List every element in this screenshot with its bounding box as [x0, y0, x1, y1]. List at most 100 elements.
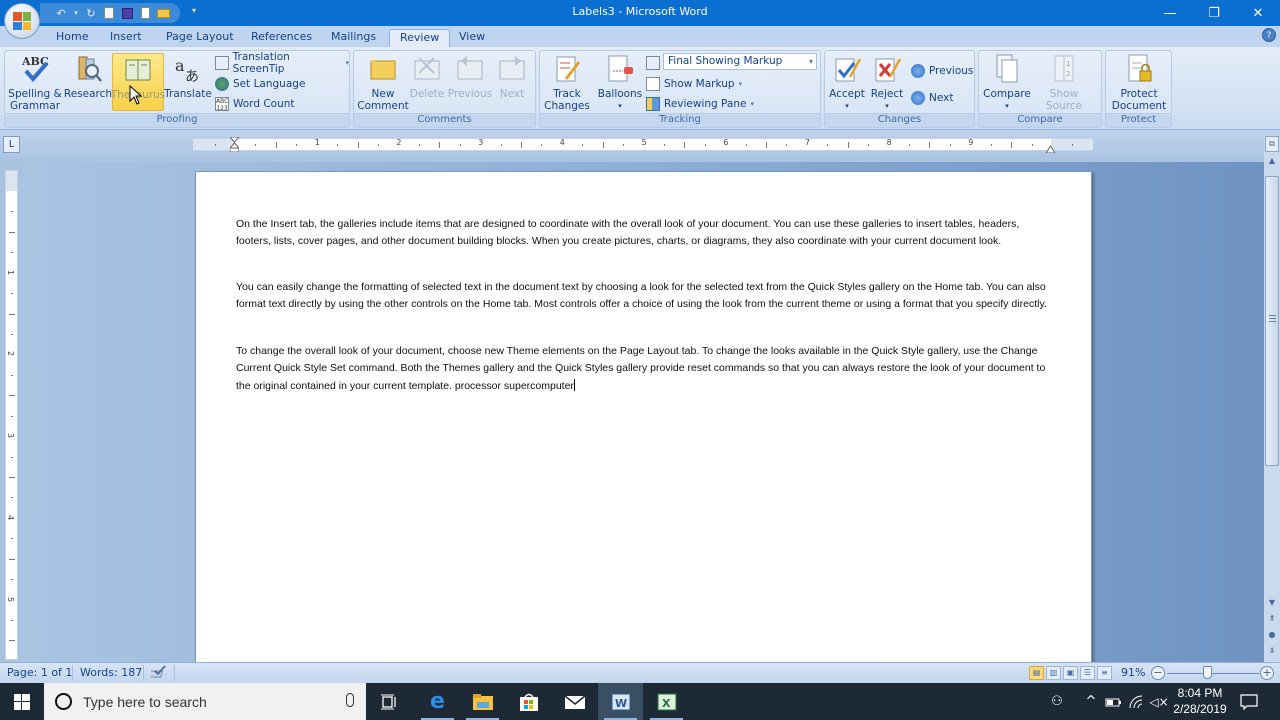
chevron-down-icon: ▾	[1005, 102, 1009, 110]
print-layout-view-button[interactable]: ▤	[1029, 666, 1044, 680]
horizontal-ruler[interactable]: 1 2 3 4 5 6 7 8 9	[193, 136, 1093, 154]
undo-dropdown-icon[interactable]: ▾	[72, 6, 80, 20]
excel-icon[interactable]: X	[644, 683, 689, 720]
scroll-thumb[interactable]	[1265, 176, 1279, 466]
zoom-slider-track[interactable]	[1167, 673, 1259, 674]
outline-view-button[interactable]: ☰	[1080, 666, 1095, 680]
tab-mailings[interactable]: Mailings	[321, 29, 386, 47]
zoom-level[interactable]: 91%	[1121, 666, 1145, 679]
research-button[interactable]: Research	[63, 53, 113, 100]
paragraph-1[interactable]: On the Insert tab, the galleries include…	[236, 216, 1051, 251]
tab-view[interactable]: View	[449, 29, 495, 47]
volume-muted-icon[interactable]: ◁×	[1149, 683, 1169, 720]
office-button[interactable]	[4, 3, 40, 39]
taskbar-clock[interactable]: 8:04 PM 2/28/2019	[1170, 685, 1230, 717]
previous-change-button[interactable]: Previous	[911, 62, 973, 80]
tab-page-layout[interactable]: Page Layout	[156, 29, 244, 47]
svg-text:あ: あ	[185, 69, 199, 85]
select-browse-object-icon[interactable]: ●	[1265, 628, 1279, 642]
show-markup-button[interactable]: Show Markup ▾	[646, 75, 742, 93]
tab-selector-button[interactable]: L	[3, 136, 20, 153]
scroll-down-icon[interactable]: ▼	[1265, 596, 1279, 610]
vertical-scrollbar[interactable]: ⧉ ▲ ▼ ⇞ ● ⇟	[1264, 136, 1280, 662]
new-document-icon[interactable]	[138, 6, 152, 20]
tab-home[interactable]: Home	[46, 29, 98, 47]
set-language-button[interactable]: Set Language	[215, 75, 305, 93]
microphone-icon[interactable]	[346, 693, 354, 707]
ruler-tick	[11, 333, 13, 335]
arrow-right-icon	[911, 91, 925, 105]
tab-review[interactable]: Review	[389, 29, 451, 47]
save-icon[interactable]	[120, 6, 134, 20]
view-ruler-toggle-icon[interactable]: ⧉	[1265, 136, 1279, 152]
customize-dropdown-icon[interactable]: ▾	[192, 6, 196, 15]
delete-comment-button[interactable]: Delete	[408, 53, 446, 100]
ruler-tick	[541, 144, 543, 146]
minimize-button[interactable]: —	[1148, 0, 1192, 26]
next-page-icon[interactable]: ⇟	[1265, 644, 1279, 658]
wifi-icon[interactable]	[1126, 683, 1146, 720]
translate-button[interactable]: aあ Translate	[164, 53, 212, 100]
compare-button[interactable]: Compare ▾	[983, 53, 1031, 112]
protect-document-icon	[1124, 53, 1154, 85]
file-explorer-icon[interactable]	[460, 683, 505, 720]
translation-screentip-button[interactable]: Translation ScreenTip ▾	[215, 51, 349, 75]
display-for-review-select[interactable]: Final Showing Markup ▾	[663, 53, 817, 70]
full-screen-reading-view-button[interactable]: ▥	[1046, 666, 1061, 680]
paragraph-2[interactable]: You can easily change the formatting of …	[236, 279, 1051, 314]
next-change-button[interactable]: Next	[911, 89, 953, 107]
edge-icon[interactable]: e	[415, 683, 460, 720]
redo-icon[interactable]: ↻	[84, 6, 98, 20]
accept-icon	[832, 53, 862, 85]
previous-comment-button[interactable]: Previous	[448, 53, 492, 100]
right-indent-marker-icon[interactable]	[1045, 143, 1056, 154]
paragraph-3[interactable]: To change the overall look of your docum…	[236, 343, 1051, 395]
new-comment-button[interactable]: ✳ New Comment	[357, 53, 408, 112]
zoom-out-button[interactable]: −	[1151, 666, 1165, 680]
store-icon[interactable]	[506, 683, 551, 720]
close-button[interactable]: ✕	[1236, 0, 1280, 26]
people-icon[interactable]: ⚇	[1047, 683, 1067, 720]
reviewing-pane-button[interactable]: Reviewing Pane ▾	[646, 95, 754, 113]
status-bar: Page: 1 of 1 Words: 187 ▤ ▥ ▣ ☰ ≡ 91% − …	[0, 662, 1280, 683]
document-page[interactable]: On the Insert tab, the galleries include…	[195, 171, 1092, 666]
screentip-icon	[215, 56, 229, 70]
word-count[interactable]: Words: 187	[80, 666, 142, 679]
start-button[interactable]	[0, 683, 44, 720]
tab-insert[interactable]: Insert	[100, 29, 152, 47]
word-count-button[interactable]: ABC 123 Word Count	[215, 95, 295, 113]
ruler-tick	[11, 538, 13, 540]
zoom-in-button[interactable]: +	[1260, 666, 1274, 680]
spelling-grammar-button[interactable]: ABC Spelling & Grammar	[7, 53, 63, 112]
page-count[interactable]: Page: 1 of 1	[7, 666, 72, 679]
previous-page-icon[interactable]: ⇞	[1265, 612, 1279, 626]
help-icon[interactable]: ?	[1262, 28, 1276, 42]
battery-icon[interactable]	[1103, 683, 1123, 720]
accept-button[interactable]: Accept ▾	[828, 53, 866, 112]
indent-marker-icon[interactable]	[228, 136, 241, 153]
word-icon[interactable]: W	[598, 683, 643, 720]
windows-logo-icon	[14, 693, 30, 710]
zoom-slider-thumb[interactable]	[1203, 666, 1212, 679]
print-preview-icon[interactable]	[102, 6, 116, 20]
web-layout-view-button[interactable]: ▣	[1063, 666, 1078, 680]
balloons-button[interactable]: Balloons ▾	[594, 53, 646, 112]
task-view-icon[interactable]	[367, 683, 412, 720]
ruler-tick	[9, 231, 15, 233]
action-center-icon[interactable]	[1238, 683, 1260, 720]
show-hidden-icons-chevron-icon[interactable]: ^	[1083, 683, 1099, 720]
open-icon[interactable]	[156, 6, 170, 20]
ruler-tick	[337, 144, 339, 146]
draft-view-button[interactable]: ≡	[1097, 666, 1112, 680]
tab-references[interactable]: References	[241, 29, 322, 47]
restore-button[interactable]: ❐	[1192, 0, 1236, 26]
reject-button[interactable]: Reject ▾	[868, 53, 906, 112]
scroll-up-icon[interactable]: ▲	[1265, 154, 1279, 168]
proofing-status-icon[interactable]	[148, 665, 167, 682]
next-comment-button[interactable]: Next	[494, 53, 530, 100]
vertical-ruler[interactable]: 1 2 3 4 5	[5, 170, 18, 660]
undo-icon[interactable]: ↶	[54, 6, 68, 20]
chevron-down-icon: ▾	[845, 102, 849, 110]
taskbar-search-input[interactable]: Type here to search	[44, 683, 366, 720]
mail-icon[interactable]	[552, 683, 597, 720]
